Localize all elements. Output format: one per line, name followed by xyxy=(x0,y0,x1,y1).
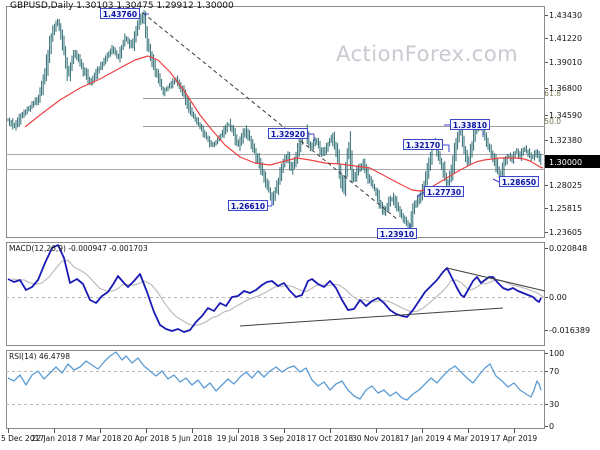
price-axis-label: 1.36800 xyxy=(549,84,582,93)
watermark: ActionForex.com xyxy=(336,42,519,66)
date-label: 5 Jun 2018 xyxy=(172,434,213,443)
rsi-axis-label: 70 xyxy=(549,367,559,376)
date-label: 20 Apr 2018 xyxy=(123,434,170,443)
date-label: 7 Mar 2018 xyxy=(79,434,122,443)
price-level-label: 1.32920 xyxy=(268,128,308,139)
rsi-axis-label: 100 xyxy=(549,349,564,358)
date-label: 17 Oct 2018 xyxy=(307,434,354,443)
price-axis-label: 1.41220 xyxy=(549,34,582,43)
price-level-label: 1.27730 xyxy=(424,186,464,197)
macd-axis-label: 0.00 xyxy=(549,293,567,302)
date-label: 3 Sep 2018 xyxy=(263,434,306,443)
price-axis-label: 1.34590 xyxy=(549,111,582,120)
current-price-label: 1.30000 xyxy=(549,158,582,167)
rsi-axis-label: 30 xyxy=(549,400,559,409)
date-label: 4 Mar 2019 xyxy=(447,434,490,443)
macd-indicator-label: MACD(12,26,9) -0.000947 -0.001703 xyxy=(9,244,148,253)
date-label: 30 Nov 2018 xyxy=(352,434,400,443)
date-label: 22 Jan 2018 xyxy=(32,434,77,443)
price-level-label: 1.43760 xyxy=(100,8,140,19)
price-level-label: 1.23910 xyxy=(377,228,417,239)
price-level-label: 1.32170 xyxy=(403,139,443,150)
macd-axis-label: -0.016389 xyxy=(549,326,590,335)
date-label: 17 Jan 2019 xyxy=(400,434,445,443)
rsi-axis-label: 0 xyxy=(549,422,554,431)
price-axis-label: 1.28025 xyxy=(549,181,582,190)
rsi-indicator-label: RSI(14) 46.4798 xyxy=(9,352,70,361)
price-axis-label: 1.39010 xyxy=(549,58,582,67)
price-axis-label: 1.23605 xyxy=(549,228,582,237)
price-level-label: 1.33810 xyxy=(450,119,490,130)
price-axis-label: 1.32380 xyxy=(549,136,582,145)
chart-canvas: 61.850.01.434301.412201.390101.368001.34… xyxy=(1,6,600,443)
price-axis-label: 1.43430 xyxy=(549,11,582,20)
date-label: 19 Jul 2018 xyxy=(217,434,260,443)
chart-root: 61.8 50.0 1.43430 1.41220 1.39010 1.36800 1.34… xyxy=(0,0,600,450)
date-label: 17 Apr 2019 xyxy=(491,434,538,443)
price-level-label: 1.28650 xyxy=(499,176,539,187)
macd-axis-label: 0.020848 xyxy=(549,244,587,253)
price-axis-label: 1.25815 xyxy=(549,204,582,213)
price-level-label: 1.26610 xyxy=(228,200,268,211)
